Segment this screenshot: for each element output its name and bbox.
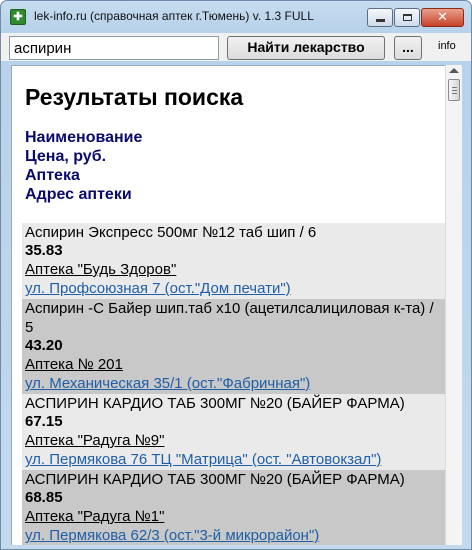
address-link[interactable]: ул. Профсоюзная 7 (ост."Дом печати"): [25, 279, 445, 298]
result-item: Аспирин -С Байер шип.таб х10 (ацетилсали…: [22, 299, 445, 394]
app-window: ✚ lek-info.ru (справочная аптек г.Тюмень…: [0, 0, 472, 550]
info-link[interactable]: info: [438, 40, 456, 52]
product-price: 35.83: [25, 242, 63, 259]
address-link[interactable]: ул. Механическая 35/1 (ост."Фабричная"): [25, 374, 445, 393]
window-title: lek-info.ru (справочная аптек г.Тюмень) …: [34, 9, 314, 23]
product-price: 68.85: [25, 489, 63, 506]
grip-line: [452, 90, 457, 91]
product-name: АСПИРИН КАРДИО ТАБ 300МГ №20 (БАЙЕР ФАРМ…: [25, 395, 405, 412]
pharmacy-link[interactable]: Аптека "Радуга №9": [25, 431, 445, 450]
pharmacy-link[interactable]: Аптека "Радуга №1": [25, 507, 445, 526]
product-price: 67.15: [25, 413, 63, 430]
pharmacy-link[interactable]: Аптека "Будь Здоров": [25, 260, 445, 279]
app-icon: ✚: [10, 9, 26, 25]
legend-pharmacy: Аптека: [25, 167, 80, 184]
search-input[interactable]: [9, 36, 219, 60]
result-item: Аспирин Экспресс 500мг №12 таб шип / 6 3…: [22, 223, 445, 299]
product-name: Аспирин -С Байер шип.таб х10 (ацетилсали…: [25, 300, 434, 336]
more-button[interactable]: ...: [394, 36, 422, 60]
minimize-button[interactable]: [367, 8, 393, 27]
column-legend: Наименование Цена, руб. Аптека Адрес апт…: [25, 128, 142, 204]
product-price: 43.20: [25, 337, 63, 354]
find-medicine-button[interactable]: Найти лекарство: [227, 36, 385, 60]
close-button[interactable]: ✕: [421, 8, 464, 27]
maximize-button[interactable]: [394, 8, 420, 27]
product-name: АСПИРИН КАРДИО ТАБ 300МГ №20 (БАЙЕР ФАРМ…: [25, 471, 405, 488]
legend-address: Адрес аптеки: [25, 186, 132, 203]
legend-price: Цена, руб.: [25, 148, 107, 165]
grip-line: [452, 93, 457, 94]
address-link[interactable]: ул. Пермякова 62/3 (ост."3-й микрорайон"…: [25, 526, 445, 545]
scroll-up-icon[interactable]: [449, 68, 459, 73]
pharmacy-link[interactable]: Аптека № 201: [25, 355, 445, 374]
title-bar[interactable]: ✚ lek-info.ru (справочная аптек г.Тюмень…: [1, 1, 471, 31]
scrollbar-thumb[interactable]: [448, 79, 460, 101]
product-name: Аспирин Экспресс 500мг №12 таб шип / 6: [25, 224, 317, 241]
legend-name: Наименование: [25, 129, 143, 146]
address-link[interactable]: ул. Пермякова 76 ТЦ "Матрица" (ост. "Авт…: [25, 450, 445, 469]
close-icon: ✕: [437, 10, 448, 25]
maximize-icon: [402, 14, 412, 21]
result-item: АСПИРИН КАРДИО ТАБ 300МГ №20 (БАЙЕР ФАРМ…: [22, 394, 445, 470]
page-title: Результаты поиска: [25, 84, 244, 110]
grip-line: [452, 87, 457, 88]
minimize-icon: [375, 19, 385, 22]
vertical-scrollbar[interactable]: [445, 65, 462, 545]
results-panel: Результаты поиска Наименование Цена, руб…: [11, 65, 445, 545]
results-list: Аспирин Экспресс 500мг №12 таб шип / 6 3…: [22, 223, 445, 545]
result-item: АСПИРИН КАРДИО ТАБ 300МГ №20 (БАЙЕР ФАРМ…: [22, 470, 445, 545]
